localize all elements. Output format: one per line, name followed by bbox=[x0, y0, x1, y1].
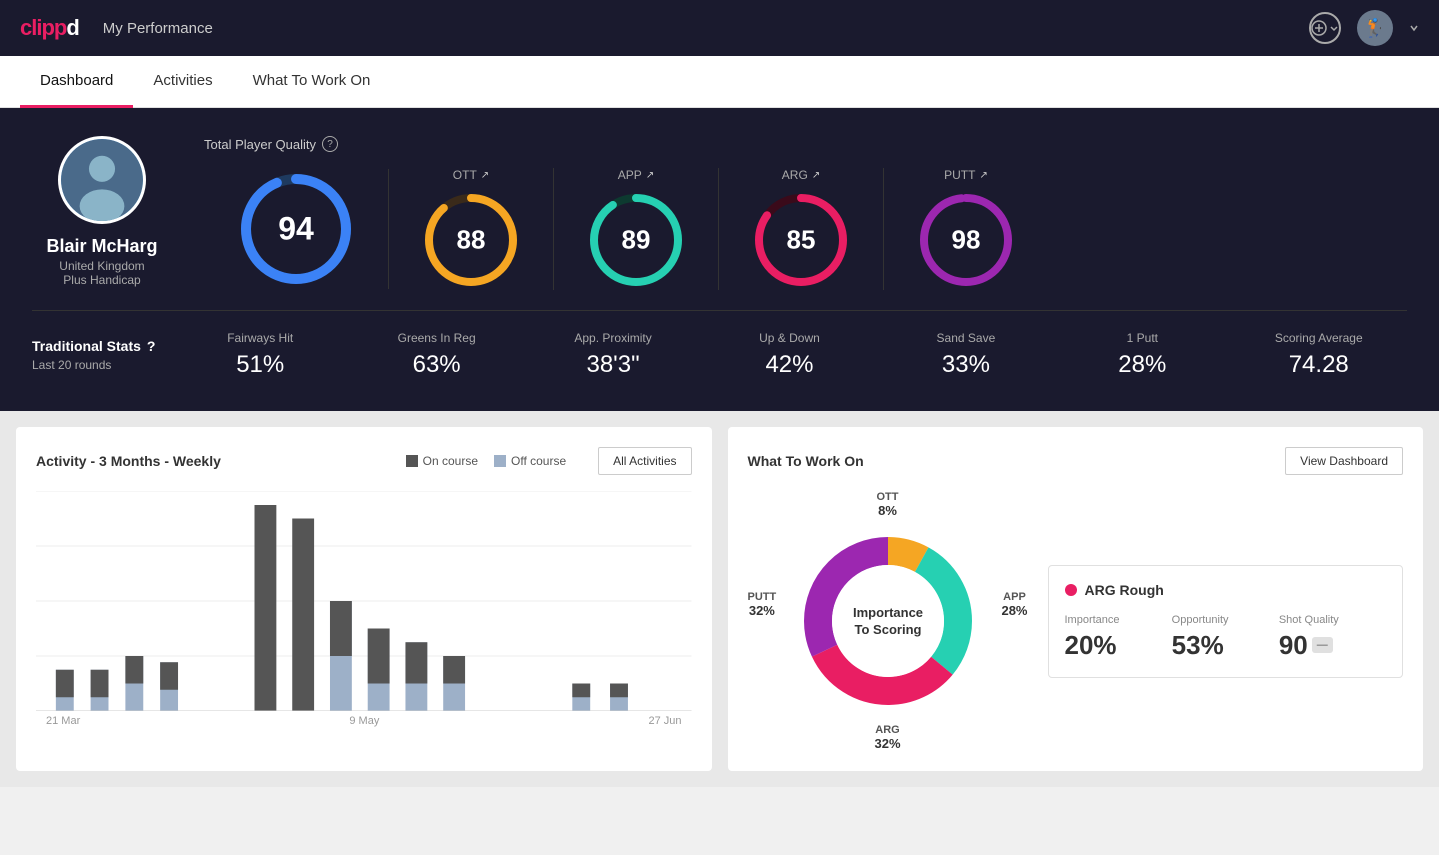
trad-stats-title: Traditional Stats ? bbox=[32, 338, 172, 354]
stat-oneputt: 1 Putt 28% bbox=[1054, 331, 1230, 379]
metric-shot-quality: Shot Quality 90 — bbox=[1279, 614, 1386, 661]
shot-quality-value: 90 — bbox=[1279, 630, 1386, 661]
app-label: APP 28% bbox=[1001, 591, 1027, 618]
stat-scoring: Scoring Average 74.28 bbox=[1231, 331, 1407, 379]
page-title: My Performance bbox=[103, 20, 213, 37]
stat-fairways: Fairways Hit 51% bbox=[172, 331, 348, 379]
detail-card: ARG Rough Importance 20% Opportunity 53% bbox=[1048, 565, 1404, 678]
topbar-actions: 🏌️ bbox=[1309, 10, 1419, 46]
player-country: United Kingdom bbox=[59, 259, 144, 273]
detail-title: ARG Rough bbox=[1065, 582, 1387, 598]
ott-value: 88 bbox=[457, 225, 486, 256]
tab-activities[interactable]: Activities bbox=[133, 56, 232, 108]
arg-ring: 85 bbox=[751, 190, 851, 290]
traditional-stats: Traditional Stats ? Last 20 rounds Fairw… bbox=[32, 331, 1407, 379]
chart-x-labels: 21 Mar 9 May 27 Jun bbox=[36, 715, 692, 727]
wtw-body: Importance To Scoring OTT 8% APP 28% ARG… bbox=[748, 491, 1404, 751]
activity-card: Activity - 3 Months - Weekly On course O… bbox=[16, 427, 712, 771]
donut-chart: Importance To Scoring OTT 8% APP 28% ARG… bbox=[748, 491, 1028, 751]
trad-stats-subtitle: Last 20 rounds bbox=[32, 358, 172, 372]
user-avatar[interactable]: 🏌️ bbox=[1357, 10, 1393, 46]
app-ring: 89 bbox=[586, 190, 686, 290]
arg-score: ARG ↗ 85 bbox=[719, 168, 884, 290]
topbar: clippd My Performance 🏌️ bbox=[0, 0, 1439, 56]
stat-greens: Greens In Reg 63% bbox=[348, 331, 524, 379]
detail-metrics: Importance 20% Opportunity 53% Shot Qual… bbox=[1065, 614, 1387, 661]
stat-updown: Up & Down 42% bbox=[701, 331, 877, 379]
putt-score: PUTT ↗ 98 bbox=[884, 168, 1048, 290]
quality-section: Total Player Quality ? 94 bbox=[204, 136, 1407, 290]
app-value: 89 bbox=[622, 225, 651, 256]
stat-proximity: App. Proximity 38'3" bbox=[525, 331, 701, 379]
on-course-dot bbox=[406, 455, 418, 467]
putt-label: PUTT ↗ bbox=[944, 168, 988, 182]
player-name: Blair McHarg bbox=[46, 236, 157, 257]
view-dashboard-button[interactable]: View Dashboard bbox=[1285, 447, 1403, 475]
legend-off-course: Off course bbox=[494, 454, 566, 468]
activity-chart-svg: 8 6 4 2 0 bbox=[36, 491, 692, 711]
donut-svg: Importance To Scoring bbox=[788, 521, 988, 721]
total-ring: 94 bbox=[236, 169, 356, 289]
tab-what-to-work-on[interactable]: What To Work On bbox=[233, 56, 391, 108]
off-course-dot bbox=[494, 455, 506, 467]
total-score-value: 94 bbox=[278, 211, 314, 248]
player-info: Blair McHarg United Kingdom Plus Handica… bbox=[32, 136, 172, 287]
chart-area: 8 6 4 2 0 bbox=[36, 491, 692, 711]
tab-dashboard[interactable]: Dashboard bbox=[20, 56, 133, 108]
quality-info-icon[interactable]: ? bbox=[322, 136, 338, 152]
trad-stats-info-icon[interactable]: ? bbox=[147, 338, 156, 354]
what-to-work-on-card: What To Work On View Dashboard bbox=[728, 427, 1424, 771]
chart-header: Activity - 3 Months - Weekly On course O… bbox=[36, 447, 692, 475]
importance-value: 20% bbox=[1065, 630, 1172, 661]
scores-row: 94 OTT ↗ 88 bbox=[204, 168, 1407, 290]
all-activities-button[interactable]: All Activities bbox=[598, 447, 691, 475]
metric-importance: Importance 20% bbox=[1065, 614, 1172, 661]
ott-score: OTT ↗ 88 bbox=[389, 168, 554, 290]
putt-value: 98 bbox=[952, 225, 981, 256]
ott-ring: 88 bbox=[421, 190, 521, 290]
arg-label: ARG ↗ bbox=[782, 168, 820, 182]
opportunity-value: 53% bbox=[1172, 630, 1279, 661]
wtw-title: What To Work On bbox=[748, 453, 1286, 469]
legend-on-course: On course bbox=[406, 454, 478, 468]
add-button[interactable] bbox=[1309, 12, 1341, 44]
app-label: APP ↗ bbox=[618, 168, 654, 182]
chart-legend: On course Off course All Activities bbox=[406, 447, 692, 475]
total-score: 94 bbox=[204, 169, 389, 289]
svg-text:To Scoring: To Scoring bbox=[854, 622, 921, 637]
logo: clippd bbox=[20, 15, 79, 41]
stat-sand: Sand Save 33% bbox=[878, 331, 1054, 379]
shot-quality-badge: — bbox=[1312, 637, 1333, 653]
player-avatar bbox=[58, 136, 146, 224]
player-handicap: Plus Handicap bbox=[63, 273, 140, 287]
chart-title: Activity - 3 Months - Weekly bbox=[36, 453, 406, 469]
arg-label: ARG 32% bbox=[874, 724, 900, 751]
hero-section: Blair McHarg United Kingdom Plus Handica… bbox=[0, 108, 1439, 411]
putt-label: PUTT 32% bbox=[748, 591, 777, 618]
chevron-down-icon bbox=[1409, 23, 1419, 33]
detail-indicator-dot bbox=[1065, 584, 1077, 596]
x-label-3: 27 Jun bbox=[648, 715, 681, 727]
wtw-header: What To Work On View Dashboard bbox=[748, 447, 1404, 475]
trad-stats-label: Traditional Stats ? Last 20 rounds bbox=[32, 338, 172, 372]
ott-label: OTT 8% bbox=[877, 491, 899, 518]
quality-label: Total Player Quality ? bbox=[204, 136, 1407, 152]
bottom-section: Activity - 3 Months - Weekly On course O… bbox=[0, 411, 1439, 787]
tab-bar: Dashboard Activities What To Work On bbox=[0, 56, 1439, 108]
app-score: APP ↗ 89 bbox=[554, 168, 719, 290]
arg-value: 85 bbox=[787, 225, 816, 256]
svg-text:Importance: Importance bbox=[852, 605, 922, 620]
putt-ring: 98 bbox=[916, 190, 1016, 290]
x-label-1: 21 Mar bbox=[46, 715, 80, 727]
x-label-2: 9 May bbox=[349, 715, 379, 727]
metric-opportunity: Opportunity 53% bbox=[1172, 614, 1279, 661]
ott-label: OTT ↗ bbox=[453, 168, 489, 182]
